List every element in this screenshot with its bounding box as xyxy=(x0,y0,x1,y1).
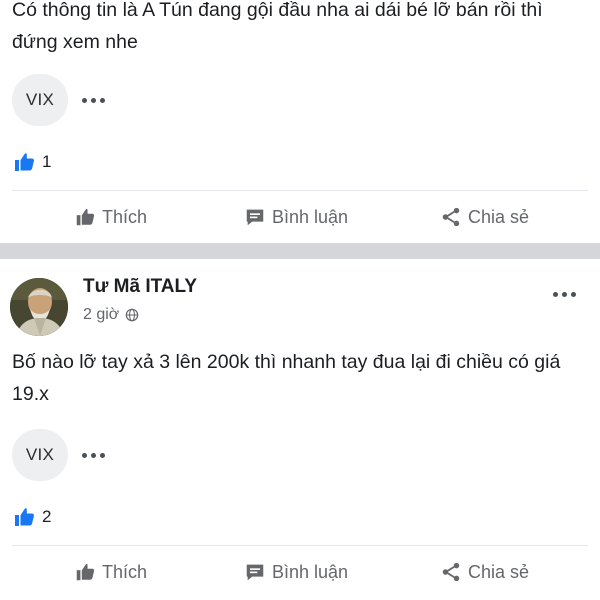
post-separator xyxy=(0,243,600,259)
feed: Có thông tin là A Tún đang gội đầu nha a… xyxy=(0,0,600,600)
thumbs-up-icon xyxy=(76,564,95,581)
comment-label: Bình luận xyxy=(272,561,349,582)
avatar[interactable] xyxy=(10,278,68,336)
like-count: 1 xyxy=(42,152,52,171)
share-icon xyxy=(442,207,460,227)
more-options-icon[interactable] xyxy=(551,284,578,304)
like-count: 2 xyxy=(42,507,52,526)
post-tags: VIX xyxy=(12,74,107,126)
post-timestamp: 2 giờ xyxy=(83,306,139,324)
share-label: Chia sẻ xyxy=(468,561,530,582)
globe-icon xyxy=(125,308,139,322)
like-button[interactable]: Thích xyxy=(74,206,147,228)
share-icon xyxy=(442,562,460,582)
more-options-icon[interactable] xyxy=(80,90,107,110)
divider xyxy=(12,190,588,191)
like-label: Thích xyxy=(102,561,148,582)
divider xyxy=(12,545,588,546)
more-options-icon[interactable] xyxy=(80,445,107,465)
comment-button[interactable]: Bình luận xyxy=(244,561,348,583)
author-name[interactable]: Tư Mã ITALY xyxy=(83,276,197,298)
share-label: Chia sẻ xyxy=(468,206,530,227)
comment-button[interactable]: Bình luận xyxy=(244,206,348,228)
share-button[interactable]: Chia sẻ xyxy=(440,561,529,583)
thumbs-up-icon xyxy=(15,508,34,526)
post-tags: VIX xyxy=(12,429,107,481)
post-actions: Thích Bình luận Chia sẻ xyxy=(0,197,600,237)
stock-tag-chip[interactable]: VIX xyxy=(12,429,68,481)
post-header: Tư Mã ITALY 2 giờ xyxy=(10,276,588,340)
post-text: Có thông tin là A Tún đang gội đầu nha a… xyxy=(12,0,543,53)
avatar-image xyxy=(10,278,68,336)
comment-label: Bình luận xyxy=(272,206,349,227)
like-button[interactable]: Thích xyxy=(74,561,147,583)
post-actions: Thích Bình luận Chia sẻ xyxy=(0,552,600,592)
reaction-summary[interactable]: 1 xyxy=(12,150,51,174)
comment-icon xyxy=(246,209,264,226)
thumbs-up-icon xyxy=(15,153,34,171)
comment-icon xyxy=(246,564,264,581)
post-time-text: 2 giờ xyxy=(83,306,120,323)
stock-tag-chip[interactable]: VIX xyxy=(12,74,68,126)
reaction-summary[interactable]: 2 xyxy=(12,505,51,529)
thumbs-up-icon xyxy=(76,209,95,226)
post-text: Bố nào lỡ tay xả 3 lên 200k thì nhanh ta… xyxy=(12,351,561,405)
like-label: Thích xyxy=(102,206,148,227)
share-button[interactable]: Chia sẻ xyxy=(440,206,529,228)
